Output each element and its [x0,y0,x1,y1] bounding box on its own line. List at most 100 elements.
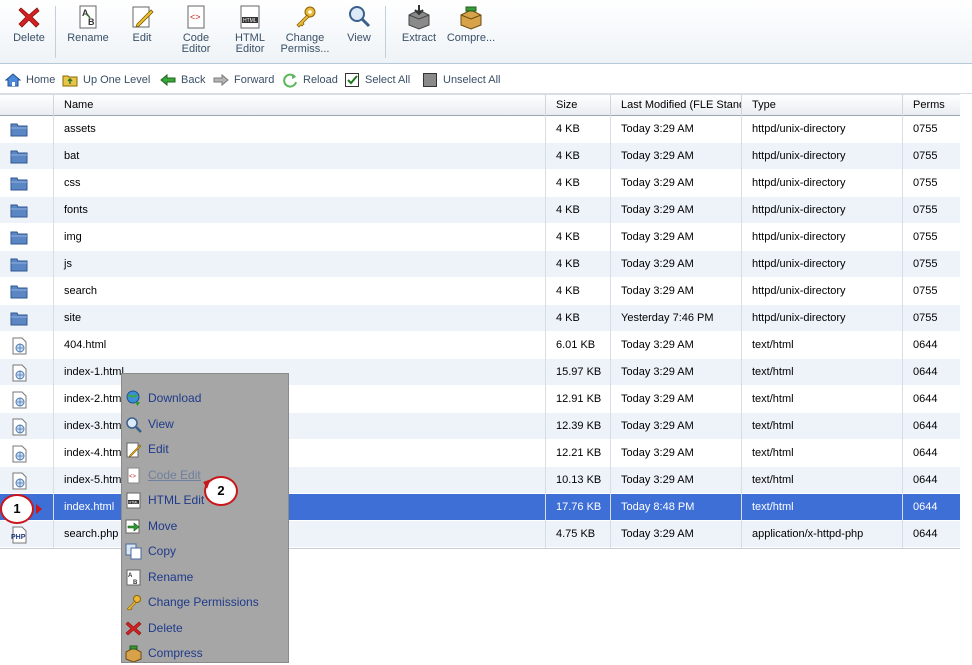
context-menu-label: Rename [148,570,194,584]
table-row[interactable]: search 4 KB Today 3:29 AM httpd/unix-direct… [0,278,960,305]
header-last-modified[interactable]: Last Modified (FLE Stand [611,95,742,116]
context-menu-copy[interactable]: Copy [122,540,288,562]
svg-text:HTML: HTML [243,18,257,24]
cell-type: httpd/unix-directory [742,116,903,143]
cell-modified: Today 3:29 AM [611,359,742,386]
context-menu-compress[interactable]: Compress [122,642,288,664]
cell-name[interactable]: img [54,224,546,251]
context-menu-label: Code Edit [148,468,201,482]
context-menu-edit[interactable]: Edit [122,438,288,460]
header-perms[interactable]: Perms [903,95,960,116]
toolbar-separator [385,6,386,58]
cell-name[interactable]: css [54,170,546,197]
cell-perms: 0644 [913,501,938,513]
html-file-icon [10,364,28,385]
magnifier-icon [125,416,142,433]
home-button[interactable]: Home [5,72,55,88]
cell-modified: Today 3:29 AM [611,386,742,413]
cell-perms: 0755 [913,231,938,243]
cell-perms: 0644 [913,528,938,540]
context-menu-move[interactable]: Move [122,515,288,537]
pencil-page-icon [132,6,154,28]
cell-perms: 0644 [913,420,938,432]
cell-size: 4 KB [546,305,611,332]
file-type-cell [0,251,54,278]
extract-box-icon [408,5,430,30]
cell-modified: Today 3:29 AM [611,413,742,440]
code-page-icon: <> [125,467,142,484]
cell-name[interactable]: assets [54,116,546,143]
rename-ab-icon: A B [79,5,97,29]
cell-size: 17.76 KB [546,494,611,521]
forward-arrow-icon [213,73,229,87]
cell-name[interactable]: search [54,278,546,305]
context-menu-change-permissions[interactable]: Change Permissions [122,591,288,613]
change-permissions-button[interactable]: Change Permiss... [280,4,330,55]
reload-button[interactable]: Reload [282,72,338,88]
cell-perms: 0755 [913,285,938,297]
header-size[interactable]: Size [546,95,611,116]
header-name[interactable]: Name [54,95,546,116]
cell-type: httpd/unix-directory [742,143,903,170]
compress-box-icon [125,645,142,663]
file-type-cell [0,359,54,386]
svg-text:<>: <> [129,474,137,480]
context-menu-download[interactable]: Download [122,387,288,409]
delete-button[interactable]: Delete [10,4,48,44]
cell-name[interactable]: fonts [54,197,546,224]
select-all-button[interactable]: Select All [344,72,410,88]
table-row[interactable]: fonts 4 KB Today 3:29 AM httpd/unix-directo… [0,197,960,224]
cell-type: text/html [742,440,903,467]
cell-size: 6.01 KB [546,332,611,359]
cell-name[interactable]: js [54,251,546,278]
context-menu-rename[interactable]: A B Rename [122,566,288,588]
table-row[interactable]: assets 4 KB Today 3:29 AM httpd/unix-direct… [0,116,960,143]
cell-size: 4.75 KB [546,521,611,548]
reload-icon [283,73,297,88]
file-type-cell [0,467,54,494]
file-table-header: Name Size Last Modified (FLE Stand Type … [0,94,960,116]
cell-name[interactable]: 404.html [54,332,546,359]
table-row[interactable]: bat 4 KB Today 3:29 AM httpd/unix-directory… [0,143,960,170]
cell-name[interactable]: site [54,305,546,332]
table-row[interactable]: site 4 KB Yesterday 7:46 PM httpd/unix-dire… [0,305,960,332]
extract-button[interactable]: Extract [398,4,440,44]
cell-type: httpd/unix-directory [742,305,903,332]
context-menu-label: Delete [148,621,183,635]
cell-type: text/html [742,494,903,521]
file-type-cell: PHP [0,521,54,548]
edit-button[interactable]: Edit [124,4,160,44]
html-file-icon [10,418,28,439]
view-button[interactable]: View [342,4,376,44]
html-file-icon [10,337,28,358]
back-button[interactable]: Back [160,72,205,88]
context-menu-delete[interactable]: Delete [122,617,288,639]
cell-modified: Today 3:29 AM [611,143,742,170]
file-type-cell [0,332,54,359]
folder-icon [10,204,28,221]
code-editor-button[interactable]: <> Code Editor [176,4,216,55]
svg-text:PHP: PHP [11,534,26,541]
up-one-level-button[interactable]: Up One Level [62,72,150,88]
cell-size: 12.91 KB [546,386,611,413]
context-menu-view[interactable]: View [122,413,288,435]
header-type[interactable]: Type [742,95,903,116]
unselect-all-button[interactable]: Unselect All [422,72,500,88]
move-arrow-icon [125,518,142,535]
compress-button[interactable]: Compre... [446,4,496,44]
table-row[interactable]: img 4 KB Today 3:29 AM httpd/unix-directory… [0,224,960,251]
globe-download-icon [125,390,142,407]
cell-name[interactable]: bat [54,143,546,170]
table-row[interactable]: 404.html 6.01 KB Today 3:29 AM text/html 064… [0,332,960,359]
rename-button[interactable]: A B Rename [66,4,110,44]
html-editor-button[interactable]: HTML HTML Editor [230,4,270,55]
cell-perms: 0755 [913,123,938,135]
red-x-icon [125,620,142,637]
table-row[interactable]: css 4 KB Today 3:29 AM httpd/unix-directory… [0,170,960,197]
cell-modified: Yesterday 7:46 PM [611,305,742,332]
cell-type: httpd/unix-directory [742,251,903,278]
compress-box-icon [460,6,482,30]
table-row[interactable]: js 4 KB Today 3:29 AM httpd/unix-directory 0… [0,251,960,278]
cell-modified: Today 3:29 AM [611,170,742,197]
forward-button[interactable]: Forward [213,72,274,88]
